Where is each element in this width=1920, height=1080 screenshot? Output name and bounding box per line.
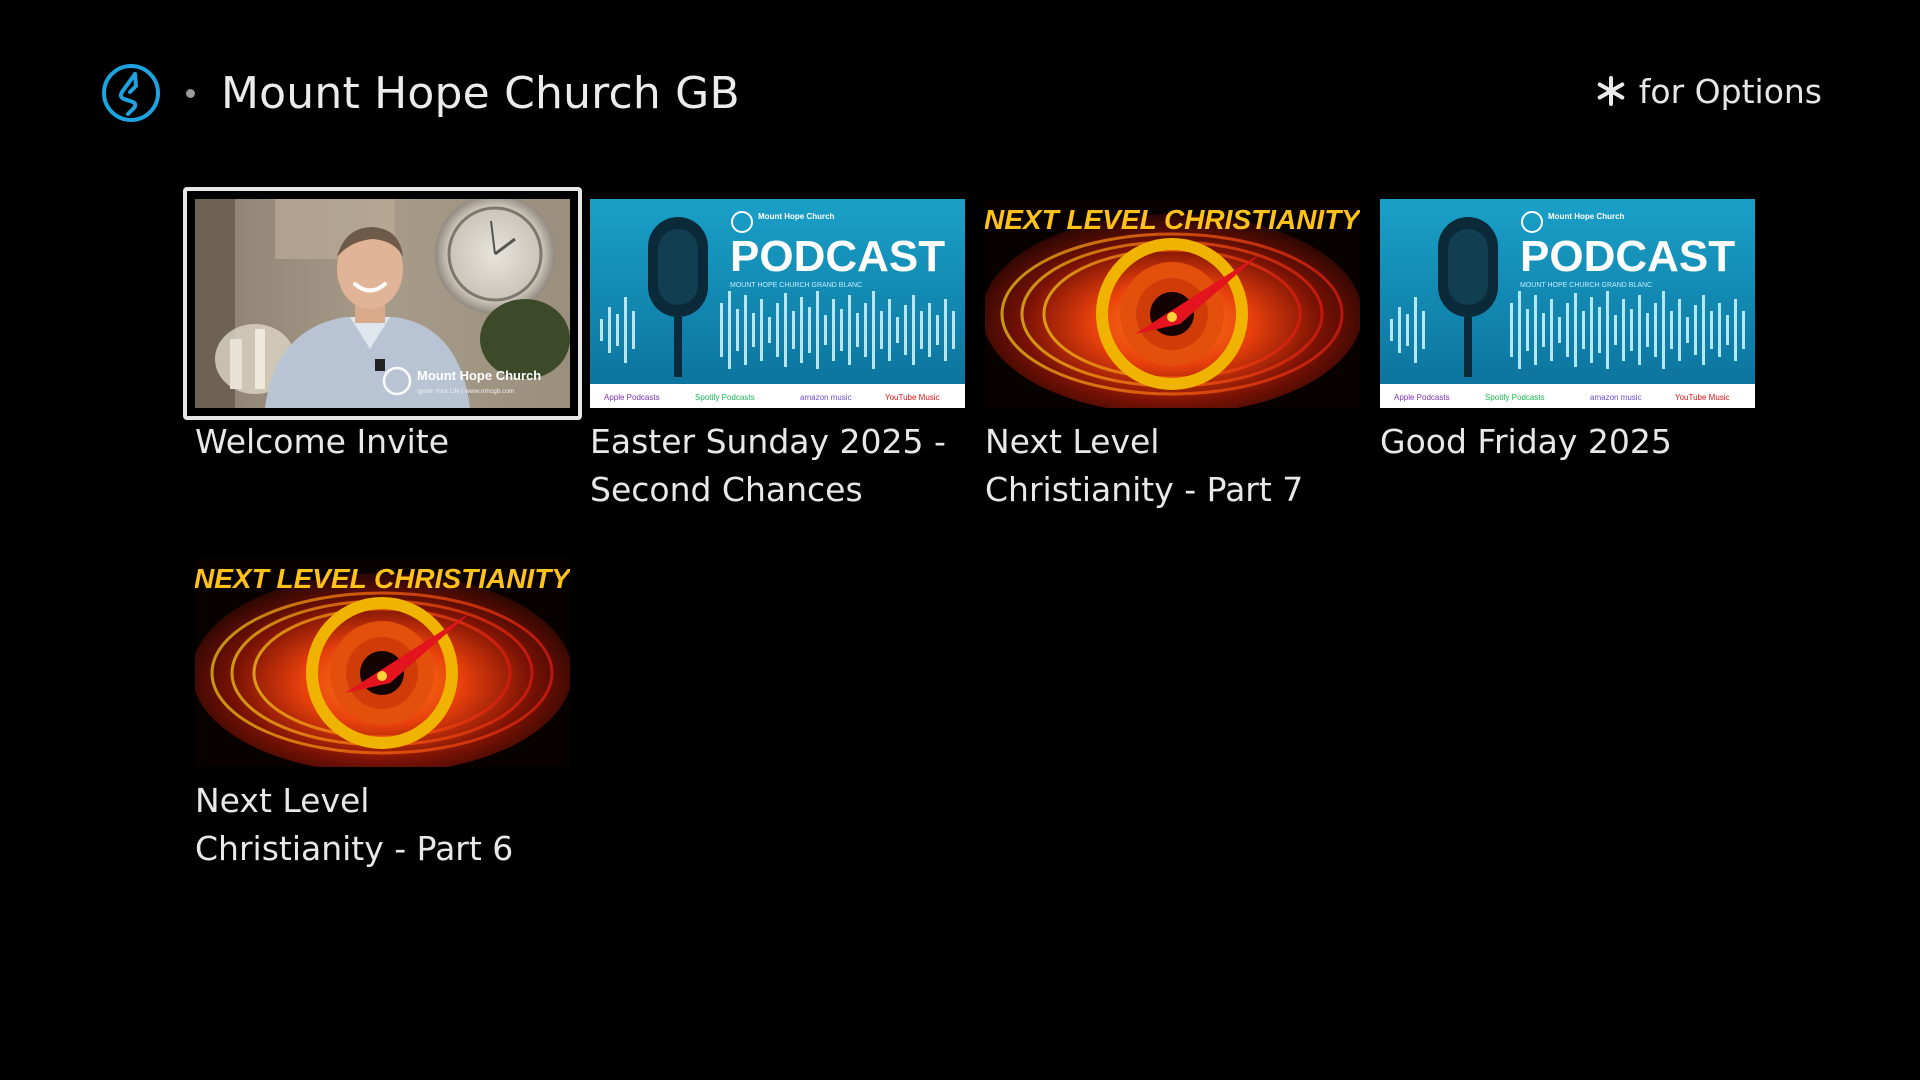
welcome-video-thumbnail: Mount Hope Church Ignite Your Life | www… bbox=[195, 199, 570, 408]
video-title: Next Level Christianity - Part 7 bbox=[985, 422, 1304, 509]
podcast-thumb-title: PODCAST bbox=[1520, 232, 1735, 281]
video-tile-good-friday-2025[interactable]: Mount Hope Church PODCAST MOUNT HOPE CHU… bbox=[1380, 199, 1755, 514]
platform-label: amazon music bbox=[800, 393, 852, 402]
platform-label: Spotify Podcasts bbox=[1485, 393, 1545, 402]
video-title: Welcome Invite bbox=[195, 422, 450, 461]
podcast-thumb-subtext: MOUNT HOPE CHURCH GRAND BLANC bbox=[1520, 282, 1652, 289]
video-grid: Mount Hope Church Ignite Your Life | www… bbox=[183, 187, 1755, 873]
platform-label: Apple Podcasts bbox=[1394, 393, 1450, 402]
nlc-thumb-title: NEXT LEVEL CHRISTIANITY bbox=[985, 204, 1360, 235]
channel-logo-icon bbox=[102, 64, 160, 122]
asterisk-icon bbox=[1597, 76, 1625, 106]
video-tile-welcome-invite[interactable]: Mount Hope Church Ignite Your Life | www… bbox=[183, 187, 582, 514]
channel-title: Mount Hope Church GB bbox=[221, 67, 740, 119]
nlc-thumb-title: NEXT LEVEL CHRISTIANITY bbox=[195, 563, 570, 594]
next-level-christianity-thumbnail: NEXT LEVEL CHRISTIANITY bbox=[195, 558, 570, 767]
podcast-thumbnail: Mount Hope Church PODCAST MOUNT HOPE CHU… bbox=[590, 199, 965, 408]
platform-label: Apple Podcasts bbox=[604, 393, 660, 402]
options-hint[interactable]: for Options bbox=[1595, 66, 1822, 116]
video-title: Good Friday 2025 bbox=[1380, 422, 1672, 461]
podcast-thumbnail: Mount Hope Church PODCAST MOUNT HOPE CHU… bbox=[1380, 199, 1755, 408]
next-level-christianity-thumbnail: NEXT LEVEL CHRISTIANITY bbox=[985, 199, 1360, 408]
podcast-thumb-brand: Mount Hope Church bbox=[758, 212, 835, 221]
platform-label: amazon music bbox=[1590, 393, 1642, 402]
channel-header: Mount Hope Church GB bbox=[100, 60, 740, 126]
platform-label: YouTube Music bbox=[1675, 393, 1730, 402]
platform-label: YouTube Music bbox=[885, 393, 940, 402]
podcast-thumb-title: PODCAST bbox=[730, 232, 945, 281]
podcast-thumb-brand: Mount Hope Church bbox=[1548, 212, 1625, 221]
welcome-thumb-brand: Mount Hope Church bbox=[417, 368, 541, 383]
header-separator-dot bbox=[186, 88, 195, 98]
podcast-thumb-subtext: MOUNT HOPE CHURCH GRAND BLANC bbox=[730, 282, 862, 289]
video-tile-easter-sunday-2025[interactable]: Mount Hope Church PODCAST MOUNT HOPE CHU… bbox=[590, 199, 965, 514]
options-hint-label: for Options bbox=[1638, 71, 1822, 111]
video-title: Easter Sunday 2025 - Second Chances bbox=[590, 422, 946, 509]
video-tile-next-level-christianity-part-6[interactable]: NEXT LEVEL CHRISTIANITY Next Level Chris… bbox=[195, 558, 570, 873]
platform-label: Spotify Podcasts bbox=[695, 393, 755, 402]
video-title: Next Level Christianity - Part 6 bbox=[195, 781, 514, 868]
welcome-thumb-subtext: Ignite Your Life | www.mhcgb.com bbox=[417, 388, 514, 395]
video-tile-next-level-christianity-part-7[interactable]: NEXT LEVEL CHRISTIANITY Next Level Chris… bbox=[985, 199, 1360, 514]
